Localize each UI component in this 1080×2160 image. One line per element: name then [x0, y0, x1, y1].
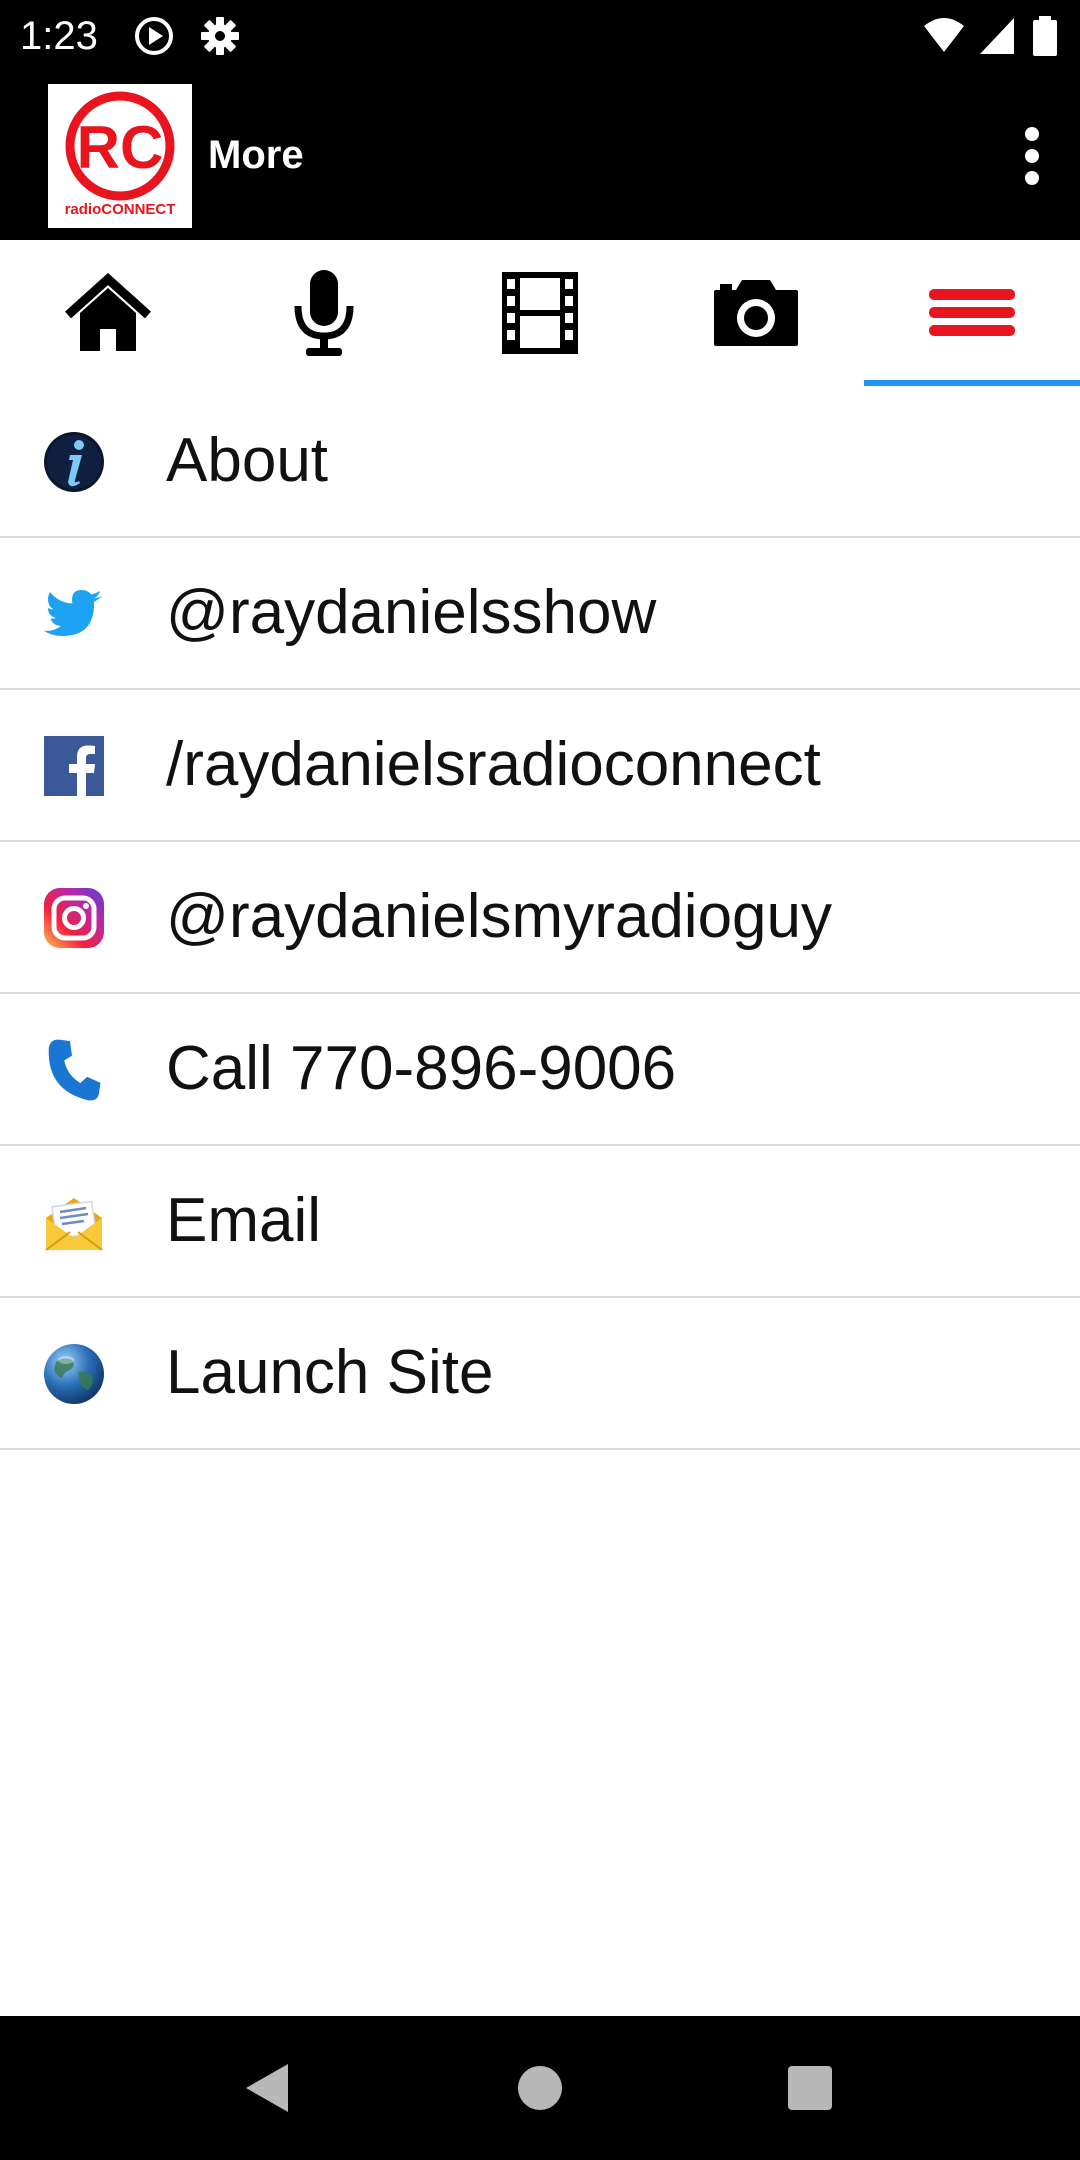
menu-item-about[interactable]: About: [0, 386, 1080, 538]
menu-item-launch-site[interactable]: Launch Site: [0, 1298, 1080, 1450]
menu-item-email[interactable]: Email: [0, 1146, 1080, 1298]
microphone-icon: [294, 270, 354, 356]
status-time: 1:23: [20, 14, 98, 58]
menu-icon: [929, 289, 1015, 336]
tab-home[interactable]: [0, 240, 216, 386]
recents-button[interactable]: [780, 2058, 840, 2118]
svg-text:radioCONNECT: radioCONNECT: [65, 201, 176, 218]
menu-list: About @raydanielsshow /raydanielsradioco…: [0, 386, 1080, 1450]
radio-connect-logo-icon: RC radioCONNECT: [65, 91, 176, 218]
phone-icon: [48, 1039, 101, 1101]
battery-icon: [1033, 16, 1057, 56]
app-logo: RC radioCONNECT: [48, 84, 192, 228]
system-navigation-bar: [0, 2016, 1080, 2160]
play-circle-icon: [135, 17, 173, 55]
menu-item-label: Call 770-896-9006: [166, 1034, 677, 1103]
menu-item-facebook[interactable]: /raydanielsradioconnect: [0, 690, 1080, 842]
email-icon: [45, 1198, 103, 1251]
globe-icon: [44, 1344, 104, 1404]
instagram-icon: [44, 888, 104, 948]
menu-item-phone[interactable]: Call 770-896-9006: [0, 994, 1080, 1146]
wifi-icon: [924, 18, 964, 52]
svg-text:RC: RC: [77, 114, 164, 181]
app-bar: RC radioCONNECT More: [0, 72, 1080, 240]
tab-audio[interactable]: [216, 240, 432, 386]
film-icon: [502, 272, 578, 354]
home-button[interactable]: [510, 2058, 570, 2118]
camera-icon: [714, 280, 798, 346]
app-title: More: [208, 133, 304, 177]
screen: 1:23 RC radioCONNECT More About @raydani…: [0, 0, 1080, 2160]
menu-item-label: Email: [166, 1186, 322, 1255]
facebook-icon: [44, 736, 104, 796]
menu-item-instagram[interactable]: @raydanielsmyradioguy: [0, 842, 1080, 994]
tab-video[interactable]: [432, 240, 648, 386]
tab-photos[interactable]: [648, 240, 864, 386]
tab-more[interactable]: [864, 240, 1080, 386]
home-icon: [64, 273, 152, 351]
twitter-icon: [43, 590, 102, 636]
settings-gear-icon: [201, 17, 239, 55]
menu-item-label: @raydanielsmyradioguy: [166, 882, 833, 951]
tab-bar: [0, 240, 1080, 386]
menu-item-label: About: [166, 426, 329, 495]
cellular-signal-icon: [980, 18, 1014, 54]
info-icon: [44, 432, 104, 492]
menu-item-label: Launch Site: [166, 1338, 494, 1407]
menu-item-label: /raydanielsradioconnect: [166, 730, 821, 799]
status-bar: 1:23: [0, 0, 1080, 72]
menu-item-label: @raydanielsshow: [166, 578, 657, 647]
back-button[interactable]: [238, 2058, 298, 2118]
overflow-menu-button[interactable]: [1004, 116, 1060, 196]
menu-item-twitter[interactable]: @raydanielsshow: [0, 538, 1080, 690]
